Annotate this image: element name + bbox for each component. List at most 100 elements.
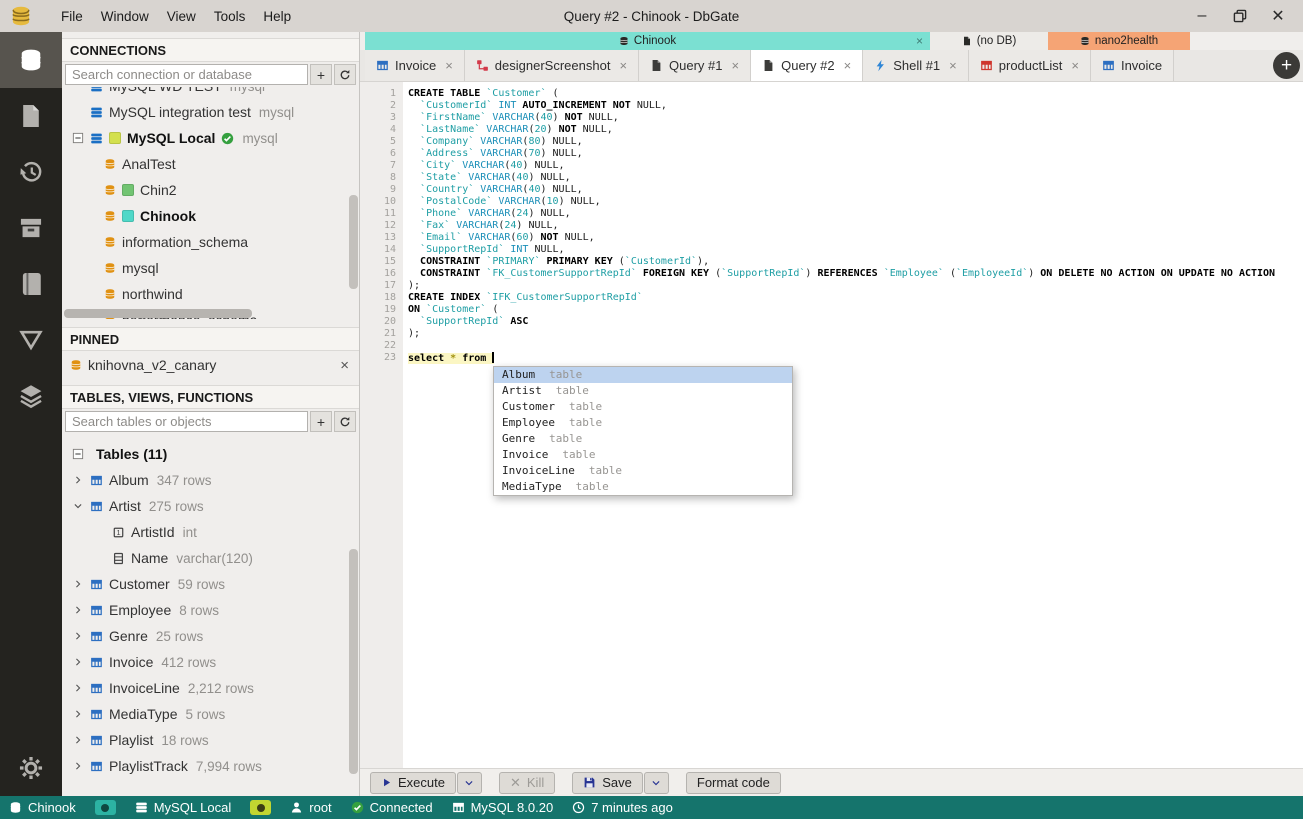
table-item[interactable]: Artist 275 rows bbox=[62, 493, 359, 519]
table-item[interactable]: PlaylistTrack 7,994 rows bbox=[62, 753, 359, 779]
expand-toggle[interactable] bbox=[70, 706, 86, 722]
column-item[interactable]: Name varchar(120) bbox=[62, 545, 359, 571]
save-options-button[interactable] bbox=[643, 771, 669, 794]
autocomplete-item[interactable]: Artist table bbox=[494, 383, 792, 399]
expand-toggle[interactable] bbox=[70, 576, 86, 592]
tab-group--no-db-[interactable]: (no DB) bbox=[930, 32, 1048, 50]
autocomplete-item[interactable]: Employee table bbox=[494, 415, 792, 431]
expand-toggle[interactable] bbox=[70, 498, 86, 514]
menu-item-file[interactable]: File bbox=[52, 9, 92, 24]
autocomplete-item[interactable]: Genre table bbox=[494, 431, 792, 447]
column-item[interactable]: ArtistId int bbox=[62, 519, 359, 545]
database-item[interactable]: Chin2 bbox=[62, 177, 359, 203]
database-color-swatch-icon[interactable] bbox=[94, 800, 116, 815]
close-tab-button[interactable]: × bbox=[844, 58, 852, 73]
refresh-connections-button[interactable] bbox=[334, 64, 356, 85]
database-item[interactable]: mysql bbox=[62, 255, 359, 281]
tables-group-row[interactable]: Tables (11) bbox=[62, 441, 359, 467]
tab-group-chinook[interactable]: Chinook × bbox=[365, 32, 930, 50]
connection-item[interactable]: MySQL WD TEST mysql bbox=[62, 87, 359, 99]
new-tab-button[interactable]: + bbox=[1273, 52, 1300, 79]
rail-item-history[interactable] bbox=[0, 144, 62, 200]
close-tab-button[interactable]: × bbox=[732, 58, 740, 73]
rail-item-files[interactable] bbox=[0, 88, 62, 144]
expand-toggle[interactable] bbox=[70, 758, 86, 774]
sql-editor[interactable]: 1 2 3 4 5 6 7 8 9 10 11 12 13 14 15 16 17 18 19 20 21 22 23 CR… bbox=[360, 82, 1303, 768]
close-tab-button[interactable]: × bbox=[445, 58, 453, 73]
execute-options-button[interactable] bbox=[456, 771, 482, 794]
close-tab-button[interactable]: × bbox=[1071, 58, 1079, 73]
expand-toggle[interactable] bbox=[70, 628, 86, 644]
minimize-button[interactable]: – bbox=[1187, 3, 1217, 29]
add-table-button[interactable]: + bbox=[310, 411, 332, 432]
database-item[interactable]: information_schema bbox=[62, 229, 359, 255]
rail-item-settings[interactable] bbox=[0, 740, 62, 796]
execute-button[interactable]: Execute bbox=[370, 771, 456, 794]
menu-item-tools[interactable]: Tools bbox=[205, 9, 255, 24]
connection-item[interactable]: MySQL integration test mysql bbox=[62, 99, 359, 125]
refresh-tables-button[interactable] bbox=[334, 411, 356, 432]
connections-search-input[interactable] bbox=[65, 64, 308, 85]
collapse-toggle[interactable] bbox=[70, 446, 86, 462]
table-item[interactable]: Album 347 rows bbox=[62, 467, 359, 493]
connections-vertical-scrollbar[interactable] bbox=[349, 87, 358, 319]
tab-query--1[interactable]: Query #1 × bbox=[639, 50, 752, 81]
expand-toggle[interactable] bbox=[70, 654, 86, 670]
rail-item-archive[interactable] bbox=[0, 200, 62, 256]
autocomplete-item[interactable]: MediaType table bbox=[494, 479, 792, 495]
kill-button[interactable]: ✕ Kill bbox=[498, 771, 556, 794]
tab-invoice[interactable]: Invoice bbox=[1090, 50, 1175, 81]
menu-item-window[interactable]: Window bbox=[92, 9, 158, 24]
menu-item-help[interactable]: Help bbox=[254, 9, 300, 24]
add-connection-button[interactable]: + bbox=[310, 64, 332, 85]
table-item[interactable]: Playlist 18 rows bbox=[62, 727, 359, 753]
tab-shell--1[interactable]: Shell #1 × bbox=[863, 50, 969, 81]
tab-productlist[interactable]: productList × bbox=[968, 50, 1091, 81]
tab-group-nano2health[interactable]: nano2health bbox=[1048, 32, 1190, 50]
database-item[interactable]: Chinook bbox=[62, 203, 359, 229]
rail-item-filters[interactable] bbox=[0, 312, 62, 368]
expand-toggle[interactable] bbox=[70, 732, 86, 748]
expand-toggle[interactable] bbox=[70, 680, 86, 696]
engine-label: mysql bbox=[230, 87, 265, 94]
connections-horizontal-scrollbar[interactable] bbox=[64, 309, 348, 318]
autocomplete-item[interactable]: Album table bbox=[494, 367, 792, 383]
rail-item-reference[interactable] bbox=[0, 256, 62, 312]
expand-toggle[interactable] bbox=[70, 472, 86, 488]
database-item[interactable]: AnalTest bbox=[62, 151, 359, 177]
connection-item[interactable]: MySQL Local mysql bbox=[62, 125, 359, 151]
close-tab-button[interactable]: × bbox=[619, 58, 627, 73]
tables-vertical-scrollbar[interactable] bbox=[349, 434, 358, 796]
tables-header: TABLES, VIEWS, FUNCTIONS bbox=[62, 385, 359, 409]
tables-search-input[interactable] bbox=[65, 411, 308, 432]
collapse-toggle[interactable] bbox=[70, 130, 86, 146]
autocomplete-item[interactable]: Customer table bbox=[494, 399, 792, 415]
close-tab-button[interactable]: × bbox=[949, 58, 957, 73]
table-item[interactable]: MediaType 5 rows bbox=[62, 701, 359, 727]
autocomplete-item[interactable]: Invoice table bbox=[494, 447, 792, 463]
status-database[interactable]: Chinook bbox=[9, 800, 76, 815]
table-item[interactable]: Customer 59 rows bbox=[62, 571, 359, 597]
status-server[interactable]: MySQL Local bbox=[135, 800, 231, 815]
close-group-button[interactable]: × bbox=[916, 34, 923, 48]
server-color-swatch-icon[interactable] bbox=[250, 800, 272, 815]
expand-toggle[interactable] bbox=[70, 602, 86, 618]
table-item[interactable]: Employee 8 rows bbox=[62, 597, 359, 623]
tab-designerscreenshot[interactable]: designerScreenshot × bbox=[464, 50, 640, 81]
menu-item-view[interactable]: View bbox=[158, 9, 205, 24]
rail-item-databases[interactable] bbox=[0, 32, 62, 88]
rail-item-layers[interactable] bbox=[0, 368, 62, 424]
table-item[interactable]: Genre 25 rows bbox=[62, 623, 359, 649]
close-button[interactable]: ✕ bbox=[1263, 3, 1293, 29]
tab-invoice[interactable]: Invoice × bbox=[365, 50, 465, 81]
restore-button[interactable] bbox=[1225, 3, 1255, 29]
format-code-button[interactable]: Format code bbox=[685, 771, 781, 794]
unpin-button[interactable]: × bbox=[340, 357, 349, 374]
autocomplete-item[interactable]: InvoiceLine table bbox=[494, 463, 792, 479]
save-button[interactable]: Save bbox=[572, 771, 643, 794]
database-item[interactable]: northwind bbox=[62, 281, 359, 307]
pinned-item[interactable]: knihovna_v2_canary × bbox=[62, 351, 359, 379]
table-item[interactable]: InvoiceLine 2,212 rows bbox=[62, 675, 359, 701]
table-item[interactable]: Invoice 412 rows bbox=[62, 649, 359, 675]
tab-query--2[interactable]: Query #2 × bbox=[751, 50, 864, 81]
